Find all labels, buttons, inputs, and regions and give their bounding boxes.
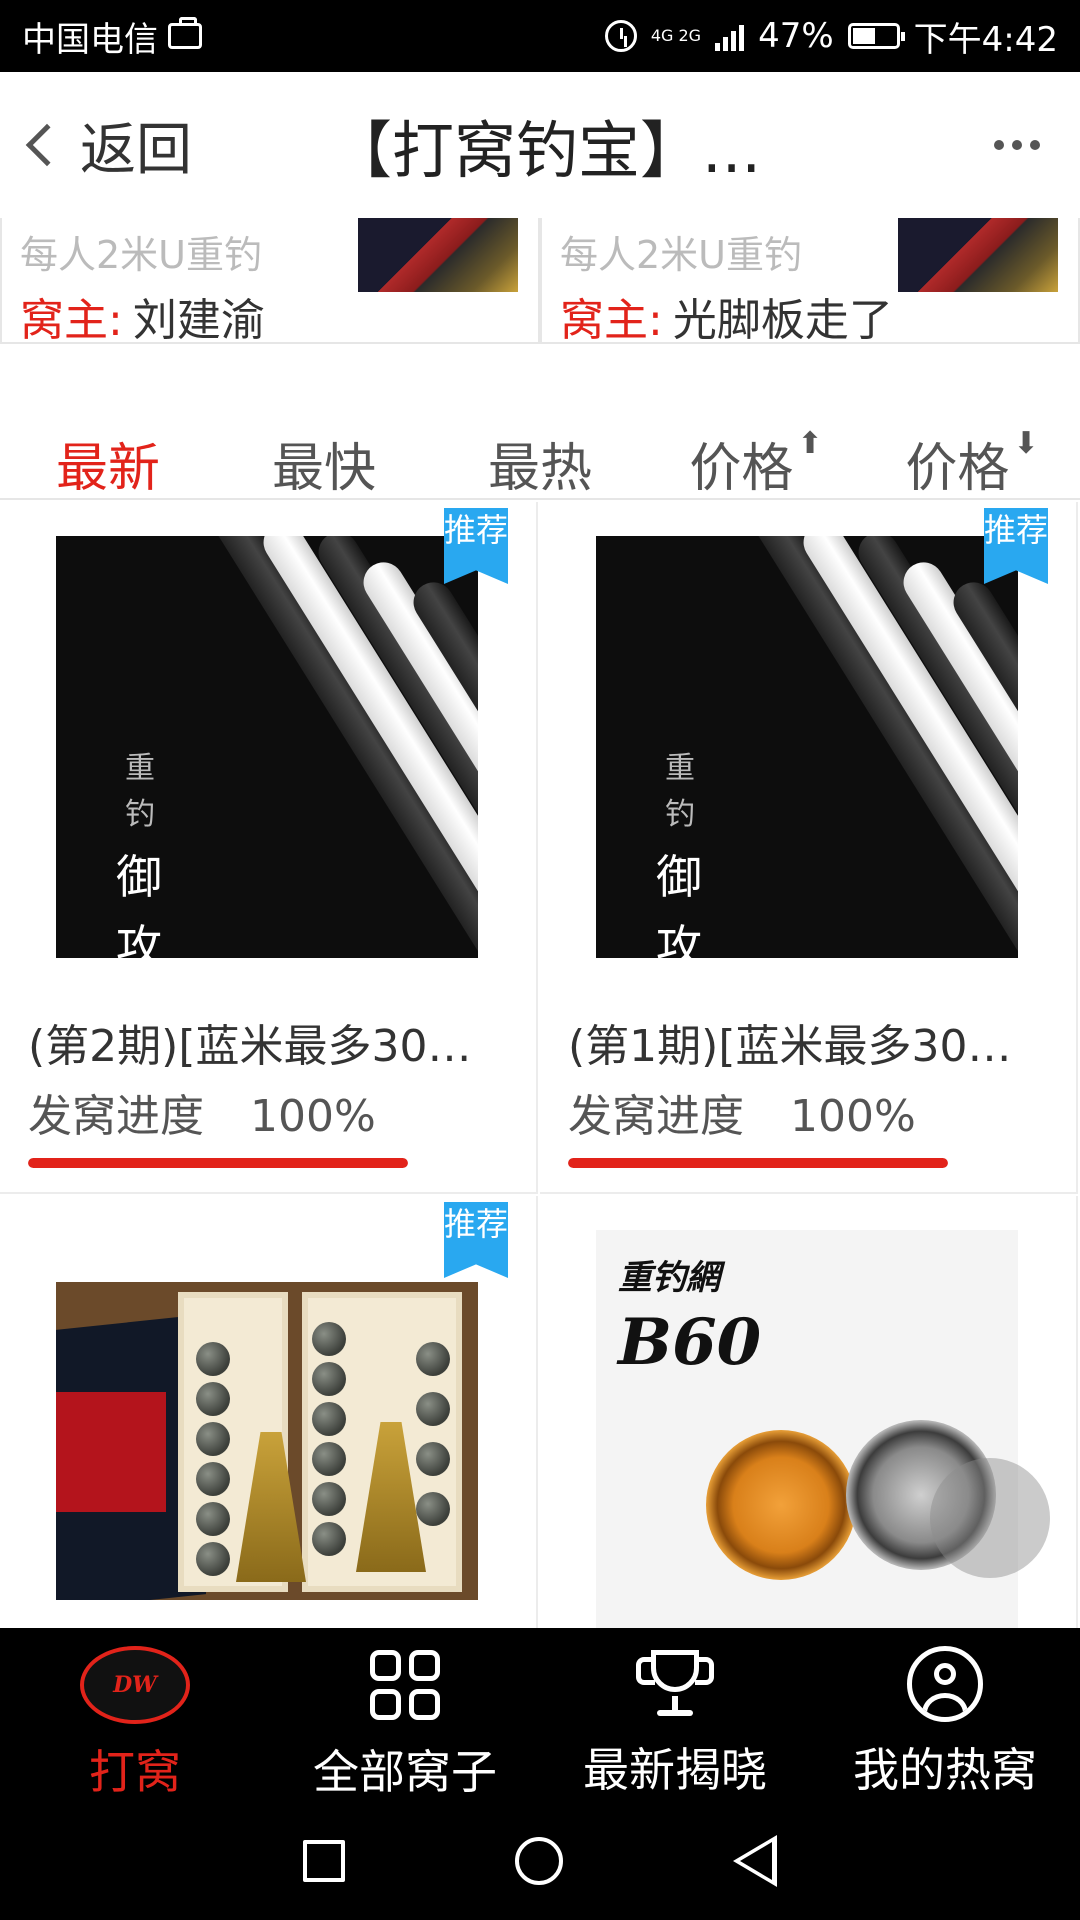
battery-icon <box>847 23 905 49</box>
tab-fastest[interactable]: 最快 <box>216 400 432 499</box>
nav-label: 最新揭晓 <box>583 1743 767 1797</box>
nav-item-my-spots[interactable]: 我的热窝 <box>810 1628 1080 1802</box>
more-icon[interactable] <box>994 140 1040 150</box>
product-card[interactable]: 重 钓 · 御 攻 推荐 (第1期)[蓝米最多30… 发窝进度 100% <box>540 502 1078 1194</box>
chevron-left-icon <box>25 123 69 167</box>
caption-char: 重 <box>125 751 155 786</box>
progress-percent: 100% <box>250 1091 376 1142</box>
back-triangle-icon[interactable] <box>733 1835 777 1887</box>
caption-char: 御 <box>116 850 162 904</box>
nav-item-dawo[interactable]: DW 打窝 <box>0 1628 270 1802</box>
product-name: (第2期)[蓝米最多30… <box>28 1021 472 1072</box>
tab-newest[interactable]: 最新 <box>0 400 216 499</box>
product-image: 重 钓 · 御 攻 <box>56 536 478 958</box>
caption-char: 攻 <box>656 920 702 958</box>
back-label: 返回 <box>80 117 192 183</box>
battery-percent: 47% <box>758 16 834 56</box>
nav-label: 打窝 <box>89 1745 181 1799</box>
sort-tabs: 最新 最快 最热 价格 ⬆ 价格 ⬇ <box>0 400 1080 500</box>
logo-icon: DW <box>80 1646 190 1724</box>
progress-bar <box>28 1158 408 1168</box>
home-icon[interactable] <box>515 1837 563 1885</box>
top-card-owner: 窝主: 光脚板走了 <box>560 284 893 344</box>
tab-label: 价格 <box>689 439 794 499</box>
tab-label: 最快 <box>271 439 376 499</box>
top-card-thumbnail <box>358 218 518 292</box>
top-card[interactable]: 每人2米U重钓 窝主: 光脚板走了 <box>540 218 1080 344</box>
nav-item-all-spots[interactable]: 全部窝子 <box>270 1628 540 1802</box>
caption-char: 钓 <box>665 797 695 832</box>
arrow-up-icon: ⬆ <box>797 426 823 461</box>
recent-apps-icon[interactable] <box>303 1840 345 1882</box>
image-caption-large: 御 攻 <box>104 842 174 958</box>
grid-icon <box>365 1646 445 1724</box>
tab-label: 最新 <box>55 439 160 499</box>
progress-label: 发窝进度 <box>28 1091 204 1142</box>
caption-char: 重 <box>665 751 695 786</box>
tab-hottest[interactable]: 最热 <box>432 400 648 499</box>
product-image: 重钓網 B60 <box>596 1230 1018 1628</box>
logo-text: DW <box>113 1672 157 1698</box>
signal-icon <box>715 21 745 51</box>
progress-percent: 100% <box>790 1091 916 1142</box>
tab-price-desc[interactable]: 价格 ⬇ <box>864 400 1080 499</box>
nav-label: 全部窝子 <box>313 1745 497 1799</box>
header-bar: 返回 【打窝钓宝】... <box>0 72 1080 218</box>
owner-label: 窝主: <box>560 295 663 344</box>
trophy-icon <box>636 1646 714 1722</box>
product-name: (第1期)[蓝米最多30… <box>568 1021 1012 1072</box>
briefcase-icon <box>168 17 202 49</box>
progress-fill <box>568 1158 948 1168</box>
top-card-title: 每人2米U重钓 <box>20 233 262 277</box>
alarm-icon <box>604 20 637 52</box>
recommend-badge: 推荐 <box>444 1202 508 1278</box>
bottom-nav: DW 打窝 全部窝子 最新揭晓 我的热窝 <box>0 1628 1080 1802</box>
system-nav-bar <box>0 1802 1080 1920</box>
nav-item-latest-reveal[interactable]: 最新揭晓 <box>540 1628 810 1802</box>
top-card-title: 每人2米U重钓 <box>560 233 802 277</box>
carrier-label: 中国电信 <box>22 19 158 60</box>
progress-label: 发窝进度 <box>568 1091 744 1142</box>
caption-char: 钓 <box>125 797 155 832</box>
image-caption: 重钓網 B60 <box>618 1250 761 1380</box>
progress-bar <box>568 1158 948 1168</box>
arrow-down-icon: ⬇ <box>1013 426 1039 461</box>
top-cards: 每人2米U重钓 窝主: 刘建渝 每人2米U重钓 窝主: 光脚板走了 <box>0 218 1080 344</box>
tab-label: 价格 <box>905 439 1010 499</box>
caption-char: 御 <box>656 850 702 904</box>
product-card[interactable]: 重 钓 · 御 攻 推荐 (第2期)[蓝米最多30… 发窝进度 100% <box>0 502 538 1194</box>
product-image: 重 钓 · 御 攻 <box>596 536 1018 958</box>
user-icon <box>907 1646 983 1722</box>
image-caption-large: 御 攻 <box>644 842 714 958</box>
owner-name: 光脚板走了 <box>672 295 893 344</box>
tab-label: 最热 <box>487 439 592 499</box>
product-card[interactable]: 推荐 <box>0 1196 538 1628</box>
top-card-thumbnail <box>898 218 1058 292</box>
clock: 下午4:42 <box>913 19 1058 60</box>
caption-text: B60 <box>618 1305 762 1380</box>
tab-price-asc[interactable]: 价格 ⬆ <box>648 400 864 499</box>
network-type: 4G 2G <box>650 26 702 45</box>
top-card[interactable]: 每人2米U重钓 窝主: 刘建渝 <box>0 218 540 344</box>
status-bar: 中国电信 4G 2G 47% 下午4:42 <box>0 0 1080 72</box>
progress-row: 发窝进度 100% <box>28 1080 376 1144</box>
floating-action-button[interactable] <box>930 1458 1050 1578</box>
product-grid: 重 钓 · 御 攻 推荐 (第2期)[蓝米最多30… 发窝进度 100% 重 钓 <box>0 502 1080 1628</box>
progress-fill <box>28 1158 408 1168</box>
top-card-owner: 窝主: 刘建渝 <box>20 284 265 344</box>
caption-char: 攻 <box>116 920 162 958</box>
product-image <box>56 1282 478 1600</box>
nav-label: 我的热窝 <box>853 1743 1037 1797</box>
owner-label: 窝主: <box>20 295 123 344</box>
owner-name: 刘建渝 <box>132 295 265 344</box>
page-title: 【打窝钓宝】... <box>330 114 762 187</box>
progress-row: 发窝进度 100% <box>568 1080 916 1144</box>
caption-text: 重钓網 <box>618 1258 720 1298</box>
back-button[interactable]: 返回 <box>0 105 192 186</box>
